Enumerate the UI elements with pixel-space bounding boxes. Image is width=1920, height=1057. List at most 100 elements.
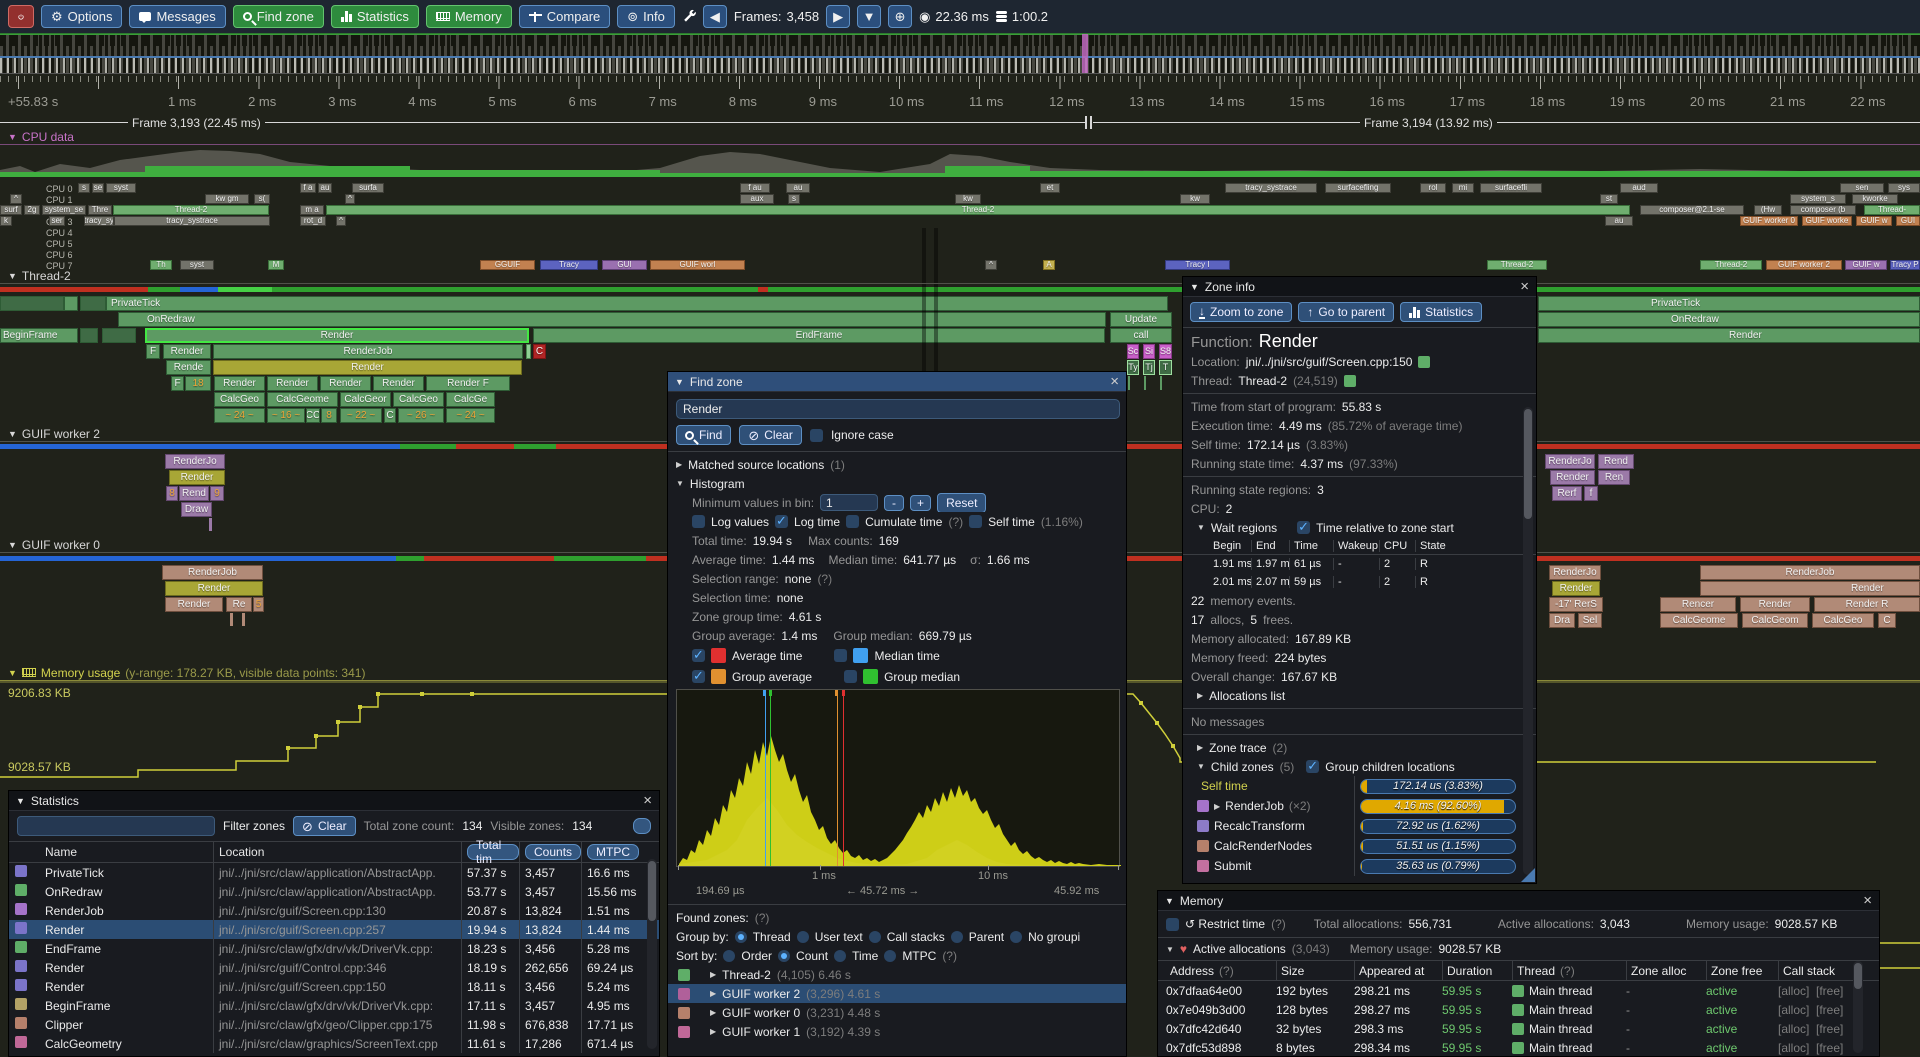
info-button[interactable]: ⊚Info: [617, 5, 675, 28]
statistics-titlebar[interactable]: ▼ Statistics ×: [9, 791, 659, 811]
col-thread[interactable]: Thread: [1517, 964, 1555, 978]
zone[interactable]: Render: [267, 376, 318, 391]
zone[interactable]: se: [92, 183, 104, 193]
zone-g2-renderjob[interactable]: RenderJo: [165, 454, 225, 469]
find-zone-group-row[interactable]: ▶ GUIF worker 0(3,231) 4.48 s: [668, 1003, 1126, 1022]
zone[interactable]: st: [1600, 194, 1618, 204]
zone[interactable]: kw: [955, 194, 981, 204]
resize-grip[interactable]: [1521, 868, 1535, 882]
zone[interactable]: 5: [253, 597, 264, 612]
find-zone-button[interactable]: Find zone: [233, 5, 324, 28]
col-counts[interactable]: Counts: [525, 844, 581, 860]
zone[interactable]: Thread-: [1864, 205, 1920, 215]
zone[interactable]: ser: [49, 216, 65, 226]
col-total-time[interactable]: Total tim: [467, 844, 519, 860]
zone[interactable]: rol: [1420, 183, 1446, 193]
zone-location[interactable]: jni/../jni/src/guif/Screen.cpp:150: [1246, 355, 1413, 369]
child-zone-row[interactable]: RecalcTransform72.92 us (1.62%): [1183, 816, 1536, 836]
stats-row[interactable]: PrivateTickjni/../jni/src/claw/applicati…: [9, 863, 659, 882]
stats-row[interactable]: EndFramejni/../jni/src/claw/gfx/drv/vk/D…: [9, 939, 659, 958]
col-appeared-at[interactable]: Appeared at: [1354, 961, 1442, 980]
col-size[interactable]: Size: [1276, 961, 1354, 980]
clear-button[interactable]: ⊘Clear: [739, 425, 802, 445]
zone[interactable]: aud: [1620, 183, 1658, 193]
min-values-input[interactable]: 1: [820, 494, 878, 511]
zone[interactable]: [945, 166, 1030, 177]
zone[interactable]: k: [0, 216, 12, 226]
zone[interactable]: [230, 613, 233, 626]
clear-filter-button[interactable]: ⊘Clear: [293, 816, 356, 836]
close-icon[interactable]: ×: [1520, 278, 1529, 295]
zone[interactable]: [514, 444, 556, 449]
col-location[interactable]: Location: [213, 842, 461, 862]
time-relative-checkbox[interactable]: [1297, 521, 1310, 534]
matched-source-locations[interactable]: Matched source locations: [688, 458, 824, 472]
stats-row[interactable]: Clipperjni/../jni/src/claw/gfx/geo/Clipp…: [9, 1015, 659, 1034]
log-time-checkbox[interactable]: [775, 515, 788, 528]
cumulate-time-checkbox[interactable]: [846, 515, 859, 528]
go-to-parent-button[interactable]: ↑Go to parent: [1298, 302, 1394, 322]
cpu-usage-green[interactable]: [0, 172, 145, 177]
zone-renderjob[interactable]: RenderJob: [213, 344, 523, 359]
frame-overview[interactable]: [0, 33, 1920, 73]
decrement-button[interactable]: -: [884, 495, 904, 511]
zone-endframe[interactable]: EndFrame: [533, 328, 1105, 343]
zone[interactable]: [180, 287, 218, 292]
zone-render-selected[interactable]: Render: [145, 328, 529, 343]
collapse-icon[interactable]: ▼: [16, 796, 25, 806]
allocation-row[interactable]: 0x7dfc42d64032 bytes298.3 ms 59.95 sMain…: [1158, 1019, 1879, 1038]
zone-privatetick[interactable]: PrivateTick: [106, 296, 1168, 311]
zone[interactable]: [456, 444, 514, 449]
zone[interactable]: [424, 556, 554, 561]
restrict-time-checkbox[interactable]: [1166, 918, 1179, 931]
zone[interactable]: [400, 444, 456, 449]
zone[interactable]: [526, 344, 531, 359]
histogram-window[interactable]: ← 45.72 ms →: [846, 885, 919, 897]
zone[interactable]: (Hw: [1754, 205, 1782, 215]
zone[interactable]: kw: [1180, 194, 1210, 204]
child-zone-row[interactable]: CalcRenderNodes51.51 us (1.15%): [1183, 836, 1536, 856]
zone[interactable]: C: [384, 408, 396, 423]
statistics-button[interactable]: Statistics: [331, 5, 419, 28]
zone[interactable]: [758, 287, 768, 292]
find-zone-group-row[interactable]: ▶ GUIF worker 2(3,296) 4.61 s: [668, 984, 1126, 1003]
zone[interactable]: Render: [1538, 328, 1920, 343]
no-groupi-radio[interactable]: [1010, 931, 1022, 943]
child-zone-row[interactable]: Submit35.63 us (0.79%): [1183, 856, 1536, 876]
zone[interactable]: Rende: [166, 360, 211, 375]
next-frame-button[interactable]: ▶: [826, 5, 850, 28]
zone-info-scrollbar[interactable]: [1523, 407, 1533, 875]
child-zone-row[interactable]: ▶RenderJob(×2)4.16 ms (92.60%): [1183, 796, 1536, 816]
zone[interactable]: tracy_systrace: [1225, 183, 1317, 193]
count-radio[interactable]: [778, 950, 790, 962]
allocations-list-toggle[interactable]: Allocations list: [1209, 689, 1285, 703]
memory-scrollbar[interactable]: [1853, 961, 1863, 1053]
zone[interactable]: CalcGeome: [267, 392, 338, 407]
zone[interactable]: au: [318, 183, 332, 193]
zone[interactable]: et: [1040, 183, 1060, 193]
zone[interactable]: mi: [1452, 183, 1474, 193]
zone[interactable]: Render: [1552, 581, 1600, 596]
user-text-radio[interactable]: [797, 931, 809, 943]
zone[interactable]: composer (b: [1790, 205, 1856, 215]
zone[interactable]: -17' RerS: [1549, 597, 1603, 612]
zone[interactable]: tracy_sy: [84, 216, 114, 226]
zone[interactable]: Re: [226, 597, 252, 612]
zone[interactable]: au: [1605, 216, 1633, 226]
col-address[interactable]: Address: [1170, 964, 1214, 978]
allocation-row[interactable]: 0x7dfaa64e00192 bytes298.21 ms 59.95 sMa…: [1158, 981, 1879, 1000]
zone[interactable]: Render: [165, 597, 223, 612]
zone-g0-renderjob[interactable]: RenderJob: [162, 565, 263, 580]
zone[interactable]: Ren: [1598, 470, 1630, 485]
zone[interactable]: [410, 170, 660, 177]
zone[interactable]: F: [146, 344, 160, 359]
zone[interactable]: [102, 328, 136, 343]
time-ruler[interactable]: +55.83 s 1 ms2 ms3 ms4 ms5 ms6 ms7 ms8 m…: [0, 73, 1920, 116]
legend-checkbox[interactable]: [692, 670, 705, 683]
zone[interactable]: Render: [165, 581, 263, 596]
zone[interactable]: [218, 287, 272, 292]
memory-button[interactable]: Memory: [426, 5, 512, 28]
zone[interactable]: Render: [169, 470, 225, 485]
parent-radio[interactable]: [951, 931, 963, 943]
zone[interactable]: S8: [1159, 344, 1172, 359]
